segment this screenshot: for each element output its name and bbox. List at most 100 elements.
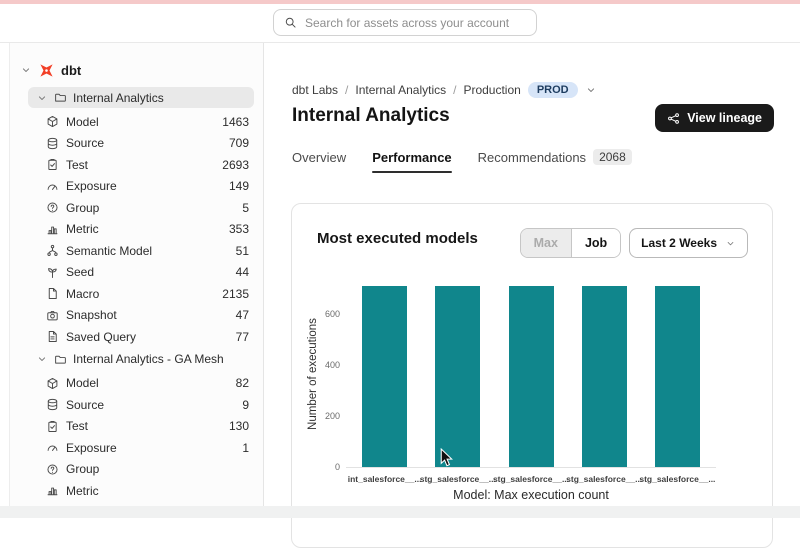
chevron-down-icon[interactable] bbox=[36, 353, 48, 365]
sidebar-item-model[interactable]: Model82 bbox=[10, 373, 263, 395]
view-lineage-button[interactable]: View lineage bbox=[655, 104, 774, 132]
snapshot-icon bbox=[46, 309, 59, 322]
sidebar-item-test[interactable]: Test 2693 bbox=[10, 154, 263, 176]
breadcrumb-separator: / bbox=[345, 83, 348, 97]
bar-stg-salesforce-4[interactable] bbox=[655, 286, 700, 467]
sidebar-item-group[interactable]: Group bbox=[10, 459, 263, 481]
item-label: Saved Query bbox=[66, 330, 136, 344]
sidebar-item-model[interactable]: Model1463 bbox=[10, 111, 263, 133]
item-label: Exposure bbox=[66, 179, 117, 193]
sidebar-root-label: dbt bbox=[61, 63, 81, 78]
item-label: Source bbox=[66, 398, 104, 412]
breadcrumb-item[interactable]: Production bbox=[463, 83, 520, 97]
tab-badge: 2068 bbox=[593, 149, 632, 165]
exposure-icon bbox=[46, 180, 59, 193]
sidebar-item-seed[interactable]: Seed 44 bbox=[10, 262, 263, 284]
main-content: dbt Labs / Internal Analytics / Producti… bbox=[264, 43, 800, 518]
most-executed-models-card: Most executed models Max Job Last 2 Week… bbox=[291, 203, 773, 548]
y-tick-label: 0 bbox=[294, 462, 340, 472]
item-count: 51 bbox=[236, 244, 249, 258]
test-icon bbox=[46, 420, 59, 433]
tab-recommendations[interactable]: Recommendations 2068 bbox=[478, 149, 632, 165]
test-icon bbox=[46, 158, 59, 171]
breadcrumb-item[interactable]: Internal Analytics bbox=[355, 83, 446, 97]
folder-label: Internal Analytics bbox=[73, 91, 164, 105]
item-label: Snapshot bbox=[66, 308, 117, 322]
sidebar-item-metric[interactable]: Metric 353 bbox=[10, 219, 263, 241]
saved-query-icon bbox=[46, 330, 59, 343]
tab-label: Overview bbox=[292, 150, 346, 165]
sidebar-item-snapshot[interactable]: Snapshot47 bbox=[10, 305, 263, 327]
item-label: Model bbox=[66, 376, 99, 390]
item-label: Semantic Model bbox=[66, 244, 152, 258]
x-axis-title: Model: Max execution count bbox=[453, 488, 609, 502]
bar-stg-salesforce-2[interactable] bbox=[509, 286, 554, 467]
view-lineage-label: View lineage bbox=[687, 111, 762, 125]
bar-stg-salesforce-1[interactable] bbox=[435, 286, 480, 467]
sidebar-item-test[interactable]: Test 130 bbox=[10, 416, 263, 438]
item-count: 2693 bbox=[222, 158, 249, 172]
item-count: 149 bbox=[229, 179, 249, 193]
search-icon bbox=[284, 16, 297, 29]
y-tick-label: 600 bbox=[294, 309, 340, 319]
item-label: Test bbox=[66, 158, 88, 172]
metric-icon bbox=[46, 484, 59, 497]
tab-performance[interactable]: Performance bbox=[372, 149, 451, 165]
item-label: Metric bbox=[66, 484, 99, 498]
chevron-down-icon[interactable] bbox=[36, 92, 48, 104]
sidebar-item-metric[interactable]: Metric bbox=[10, 480, 263, 502]
sidebar-item-exposure[interactable]: Exposure1 bbox=[10, 437, 263, 459]
item-count: 1463 bbox=[222, 115, 249, 129]
y-tick-label: 200 bbox=[294, 411, 340, 421]
tab-overview[interactable]: Overview bbox=[292, 149, 346, 165]
exposure-icon bbox=[46, 441, 59, 454]
seed-icon bbox=[46, 266, 59, 279]
item-count: 353 bbox=[229, 222, 249, 236]
lineage-icon bbox=[667, 112, 680, 125]
chevron-down-icon[interactable] bbox=[585, 84, 597, 96]
sidebar-item-semantic-model[interactable]: Semantic Model 51 bbox=[10, 240, 263, 262]
group-icon bbox=[46, 201, 59, 214]
y-tick-label: 400 bbox=[294, 360, 340, 370]
sidebar-folder-internal-analytics-ga-mesh[interactable]: Internal Analytics - GA Mesh bbox=[28, 349, 254, 370]
page-title: Internal Analytics bbox=[292, 105, 450, 127]
sidebar-root-dbt[interactable]: dbt bbox=[20, 60, 255, 80]
bar-stg-salesforce-3[interactable] bbox=[582, 286, 627, 467]
sidebar-item-source[interactable]: Source709 bbox=[10, 133, 263, 155]
sidebar: dbt Internal AnalyticsModel1463Source709… bbox=[10, 43, 264, 518]
bar-int-salesforce-0[interactable] bbox=[362, 286, 407, 467]
tab-label: Recommendations bbox=[478, 150, 586, 165]
chevron-down-icon[interactable] bbox=[20, 64, 32, 76]
model-icon bbox=[46, 377, 59, 390]
item-label: Group bbox=[66, 462, 99, 476]
sidebar-item-saved-query[interactable]: Saved Query 77 bbox=[10, 326, 263, 348]
item-count: 9 bbox=[242, 398, 249, 412]
item-label: Macro bbox=[66, 287, 99, 301]
sidebar-item-source[interactable]: Source 9 bbox=[10, 394, 263, 416]
source-icon bbox=[46, 137, 59, 150]
breadcrumb-separator: / bbox=[453, 83, 456, 97]
x-axis-line bbox=[346, 467, 716, 468]
tab-label: Performance bbox=[372, 150, 451, 165]
item-count: 2135 bbox=[222, 287, 249, 301]
sidebar-item-macro[interactable]: Macro 2135 bbox=[10, 283, 263, 305]
sidebar-folder-internal-analytics[interactable]: Internal Analytics bbox=[28, 87, 254, 108]
item-label: Metric bbox=[66, 222, 99, 236]
item-count: 130 bbox=[229, 419, 249, 433]
item-label: Test bbox=[66, 419, 88, 433]
search-input[interactable] bbox=[305, 16, 526, 30]
item-count: 77 bbox=[236, 330, 249, 344]
folder-label: Internal Analytics - GA Mesh bbox=[73, 352, 224, 366]
metric-icon bbox=[46, 223, 59, 236]
breadcrumb-item[interactable]: dbt Labs bbox=[292, 83, 338, 97]
item-count: 5 bbox=[242, 201, 249, 215]
environment-badge[interactable]: PROD bbox=[528, 82, 578, 98]
sidebar-item-exposure[interactable]: Exposure 149 bbox=[10, 176, 263, 198]
item-label: Seed bbox=[66, 265, 94, 279]
semantic-model-icon bbox=[46, 244, 59, 257]
global-search[interactable] bbox=[273, 9, 537, 36]
item-count: 44 bbox=[236, 265, 249, 279]
tab-bar: Overview Performance Recommendations 2068 bbox=[292, 149, 632, 165]
left-rail bbox=[0, 43, 10, 518]
sidebar-item-group[interactable]: Group5 bbox=[10, 197, 263, 219]
